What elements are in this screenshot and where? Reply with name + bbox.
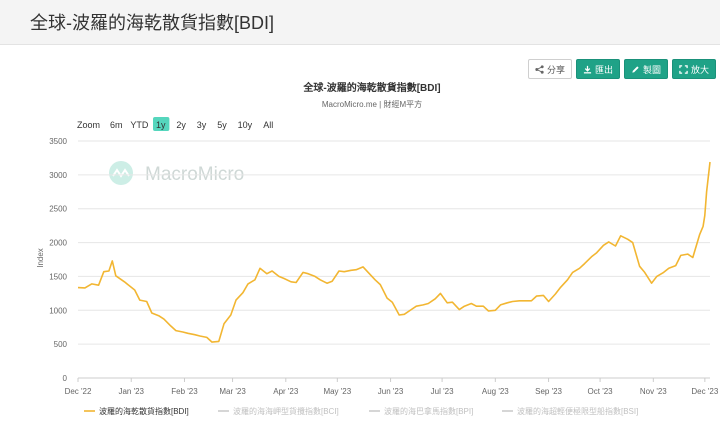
zoom-option-all[interactable]: All: [263, 120, 273, 130]
x-tick-label: Feb '23: [171, 387, 198, 396]
y-tick-label: 2500: [49, 205, 67, 214]
y-axis-label: Index: [36, 248, 45, 268]
x-axis: Dec '22 Jan '23 Feb '23 Mar '23 Apr '23 May '…: [65, 378, 719, 396]
x-tick-label: Aug '23: [482, 387, 509, 396]
x-tick-label: Dec '23: [691, 387, 718, 396]
watermark: MacroMicro: [109, 161, 244, 185]
bdi-chart: 全球-波羅的海乾散貨指數[BDI] MacroMicro.me | 財經M平方 …: [36, 81, 719, 416]
zoom-option-6m[interactable]: 6m: [110, 120, 123, 130]
chart-title: 全球-波羅的海乾散貨指數[BDI]: [302, 81, 440, 94]
legend-item[interactable]: 波羅的海巴拿馬指數[BPI]: [384, 406, 473, 416]
y-tick-label: 1000: [49, 306, 67, 315]
zoom-option-ytd[interactable]: YTD: [130, 120, 149, 130]
zoom-option-10y[interactable]: 10y: [238, 120, 253, 130]
y-tick-label: 3500: [49, 137, 67, 146]
zoom-option-5y[interactable]: 5y: [217, 120, 227, 130]
x-tick-label: Jul '23: [431, 387, 454, 396]
zoom-label: Zoom: [77, 120, 100, 130]
chart-subtitle: MacroMicro.me | 財經M平方: [322, 99, 422, 109]
zoom-selector: Zoom 6m YTD 1y 2y 3y 5y 10y All: [77, 117, 273, 131]
legend-item[interactable]: 波羅的海海岬型貨攬指數[BCI]: [233, 406, 339, 416]
x-tick-label: Apr '23: [273, 387, 299, 396]
y-tick-label: 0: [63, 374, 68, 383]
y-tick-label: 2000: [49, 239, 67, 248]
zoom-option-1y[interactable]: 1y: [156, 120, 166, 130]
bdi-series-line: [77, 161, 711, 343]
watermark-logo-icon: [109, 161, 133, 185]
x-tick-label: May '23: [323, 387, 351, 396]
legend: 波羅的海乾散貨指數[BDI] 波羅的海海岬型貨攬指數[BCI] 波羅的海巴拿馬指數[…: [84, 406, 638, 416]
y-tick-label: 1500: [49, 272, 67, 281]
x-tick-label: Jun '23: [378, 387, 404, 396]
legend-item[interactable]: 波羅的海乾散貨指數[BDI]: [99, 406, 189, 416]
zoom-option-3y[interactable]: 3y: [197, 120, 207, 130]
y-tick-label: 3000: [49, 171, 67, 180]
y-axis: 0 500 1000 1500 2000 2500 3000 3500: [49, 137, 67, 383]
x-tick-label: Mar '23: [219, 387, 246, 396]
x-tick-label: Dec '22: [65, 387, 92, 396]
y-tick-label: 500: [54, 340, 68, 349]
series-group: [77, 161, 711, 343]
x-tick-label: Sep '23: [535, 387, 562, 396]
x-tick-label: Nov '23: [640, 387, 667, 396]
x-tick-label: Oct '23: [588, 387, 614, 396]
zoom-option-2y[interactable]: 2y: [176, 120, 186, 130]
legend-item[interactable]: 波羅的海超輕便極限型船指數[BSI]: [517, 406, 638, 416]
x-tick-label: Jan '23: [118, 387, 144, 396]
